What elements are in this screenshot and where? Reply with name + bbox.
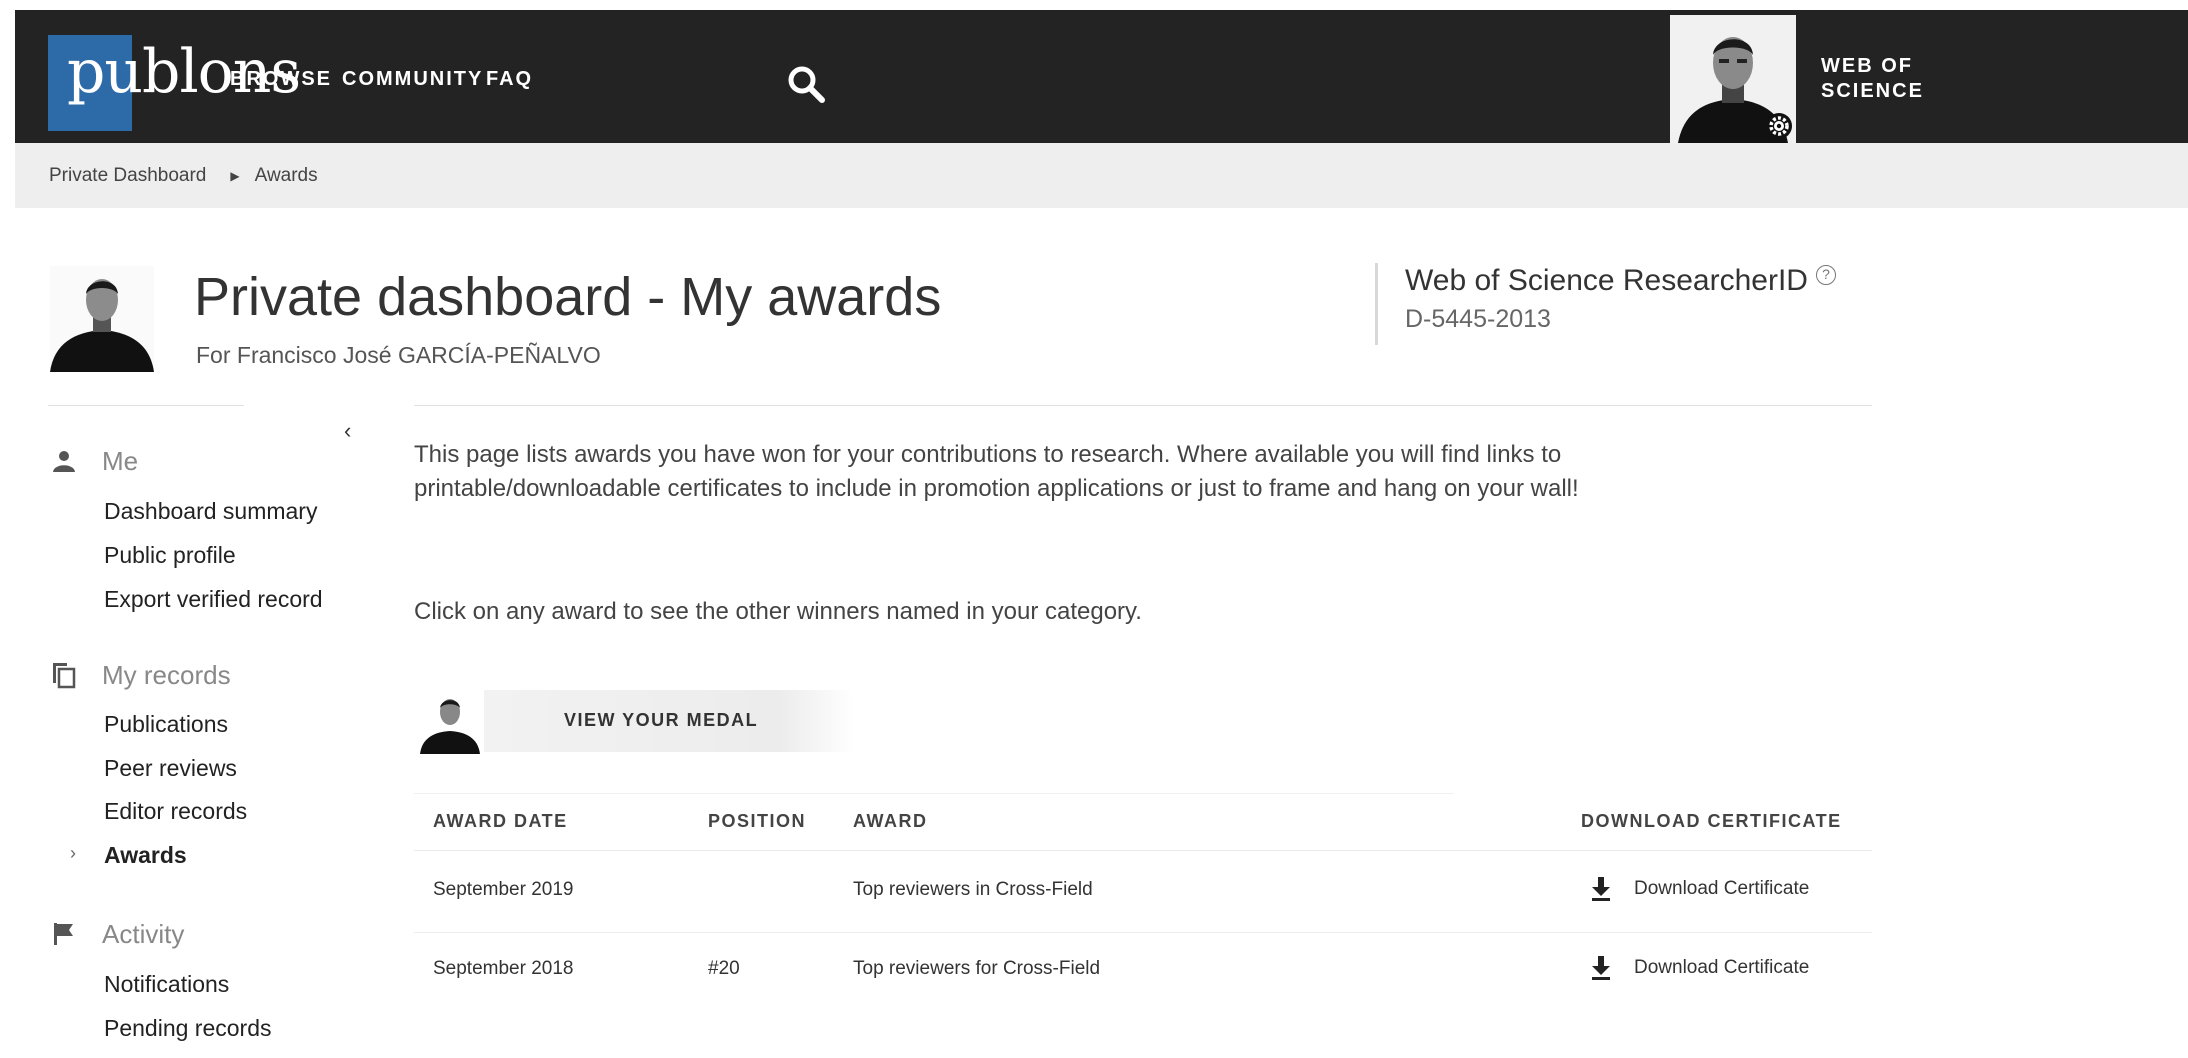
row-divider xyxy=(414,932,1872,933)
intro-text: This page lists awards you have won for … xyxy=(414,441,1579,502)
download-certificate-label: Download Certificate xyxy=(1634,878,1810,899)
settings-gear-icon[interactable] xyxy=(1763,110,1795,142)
column-header-award: AWARD xyxy=(853,811,928,831)
hint-text: Click on any award to see the other winn… xyxy=(414,598,1142,625)
sidebar-item-awards[interactable]: Awards xyxy=(104,841,187,869)
column-header-position: POSITION xyxy=(708,811,807,831)
sidebar-section-activity: Activity xyxy=(48,918,184,950)
download-icon xyxy=(1592,877,1610,901)
position-cell: #20 xyxy=(708,958,740,979)
column-header-award-date: AWARD DATE xyxy=(433,811,568,831)
sidebar-item-editor-records[interactable]: Editor records xyxy=(104,797,247,825)
researcher-id-label-text: Web of Science ResearcherID xyxy=(1405,264,1808,297)
sidebar-item-peer-reviews[interactable]: Peer reviews xyxy=(104,754,237,782)
breadcrumb-separator-icon: ▶ xyxy=(230,169,240,183)
search-icon[interactable] xyxy=(785,63,829,107)
sidebar-collapse-chevron-icon[interactable]: ‹ xyxy=(344,418,364,444)
award-cell[interactable]: Top reviewers in Cross-Field xyxy=(853,878,1093,902)
breadcrumb-private-dashboard[interactable]: Private Dashboard xyxy=(49,165,206,187)
table-divider xyxy=(414,850,1872,851)
download-certificate-link[interactable]: Download Certificate xyxy=(1590,876,1809,902)
breadcrumb: Private Dashboard ▶ Awards xyxy=(49,165,318,187)
view-medal-button[interactable]: VIEW YOUR MEDAL xyxy=(414,686,854,756)
nav-browse-link[interactable]: BROWSE xyxy=(230,67,332,91)
researcher-id-block: Web of Science ResearcherID? D-5445-2013 xyxy=(1375,263,1836,345)
page-title: Private dashboard - My awards xyxy=(194,267,942,327)
web-of-science-link[interactable]: WEB OF SCIENCE xyxy=(1821,54,1924,104)
divider xyxy=(48,405,244,406)
award-cell[interactable]: Top reviewers for Cross-Field xyxy=(853,957,1100,981)
help-icon[interactable]: ? xyxy=(1815,265,1836,285)
sidebar-section-title: My records xyxy=(102,660,231,690)
nav-community-link[interactable]: COMMUNITY xyxy=(342,67,483,91)
download-certificate-link[interactable]: Download Certificate xyxy=(1590,955,1809,981)
wos-line-1: WEB OF xyxy=(1821,55,1913,77)
flag-icon xyxy=(48,920,80,948)
page-subtitle: For Francisco José GARCÍA-PEÑALVO xyxy=(196,342,601,368)
medal-avatar xyxy=(418,692,482,754)
sidebar-item-publications[interactable]: Publications xyxy=(104,710,228,738)
table-divider xyxy=(414,793,1454,794)
breadcrumb-awards: Awards xyxy=(254,165,318,186)
copy-icon xyxy=(48,661,80,689)
column-header-download-certificate: DOWNLOAD CERTIFICATE xyxy=(1581,811,1842,831)
sidebar-item-notifications[interactable]: Notifications xyxy=(104,970,229,998)
view-medal-label: VIEW YOUR MEDAL xyxy=(564,710,759,730)
download-certificate-label: Download Certificate xyxy=(1634,957,1810,978)
sidebar-item-pending-records[interactable]: Pending records xyxy=(104,1014,272,1042)
sidebar-section-my-records: My records xyxy=(48,659,231,691)
top-navbar: publons BROWSE COMMUNITY FAQ WEB OF SCIE… xyxy=(15,10,2188,143)
divider xyxy=(414,405,1872,406)
nav-faq-link[interactable]: FAQ xyxy=(486,67,533,91)
sidebar-section-title: Activity xyxy=(102,919,185,949)
researcher-id-value: D-5445-2013 xyxy=(1405,305,1551,333)
profile-avatar xyxy=(50,266,154,372)
sidebar-item-public-profile[interactable]: Public profile xyxy=(104,541,236,569)
person-icon xyxy=(48,447,80,475)
active-caret-icon: › xyxy=(70,843,76,863)
wos-line-2: SCIENCE xyxy=(1821,80,1924,102)
download-icon xyxy=(1592,956,1610,980)
researcher-id-label: Web of Science ResearcherID? xyxy=(1405,263,1836,299)
award-date-cell: September 2018 xyxy=(433,958,574,979)
breadcrumb-bar: Private Dashboard ▶ Awards xyxy=(15,143,2188,208)
sidebar-item-dashboard-summary[interactable]: Dashboard summary xyxy=(104,497,317,525)
sidebar-section-title: Me xyxy=(102,446,139,476)
award-date-cell: September 2019 xyxy=(433,879,574,900)
sidebar-section-me: Me xyxy=(48,445,138,477)
sidebar-item-export-verified-record[interactable]: Export verified record xyxy=(104,585,323,613)
